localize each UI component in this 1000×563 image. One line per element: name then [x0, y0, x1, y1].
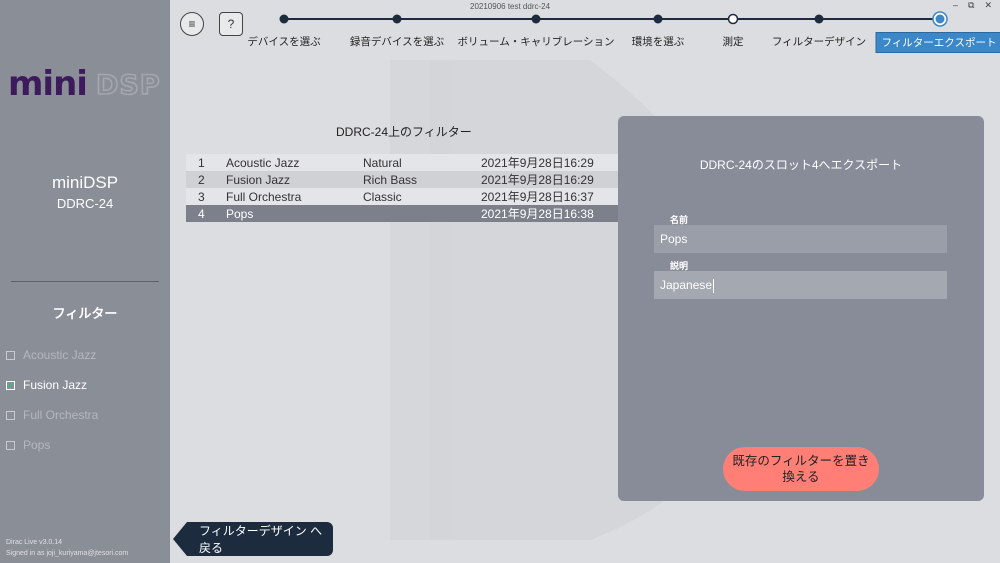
back-to-filter-design-button[interactable]: フィルターデザイン へ戻る [173, 522, 333, 556]
row-number: 2 [198, 172, 205, 187]
checkbox[interactable] [6, 410, 15, 420]
replace-button-line1: 既存のフィルターを置き [732, 454, 870, 468]
check-icon: ✔ [7, 379, 15, 390]
device-name: miniDSP [51, 173, 119, 192]
replace-existing-filter-button[interactable]: 既存のフィルターを置き 換える [723, 447, 879, 491]
row-number: 4 [198, 206, 205, 221]
replace-button-line2: 換える [782, 470, 820, 484]
row-type [363, 205, 481, 222]
row-name: Pops [226, 206, 254, 221]
logo-dsp-text: DSP [96, 70, 161, 101]
filter-table: 1 Acoustic Jazz Natural 2021年9月28日16:29 … [186, 154, 618, 222]
step-dot[interactable] [392, 14, 402, 24]
step-volume-calibration[interactable]: ボリューム・キャリブレーション [458, 34, 615, 49]
row-type: Classic [363, 189, 402, 204]
sidebar-item-label: Full Orchestra [23, 408, 99, 422]
description-input-value: Japanese [660, 278, 713, 292]
step-dot[interactable] [531, 14, 541, 24]
step-dot-pending[interactable] [727, 13, 739, 25]
name-input[interactable]: Pops [654, 225, 947, 253]
row-number: 3 [198, 189, 205, 204]
step-filter-export[interactable]: フィルターエクスポート [875, 32, 1000, 53]
table-row[interactable]: 3 Full Orchestra Classic 2021年9月28日16:37 [186, 188, 618, 205]
minidsp-logo: mini DSP [8, 68, 161, 102]
description-input[interactable]: Japanese [654, 271, 947, 299]
version-text: Dirac Live v3.0.14 [6, 539, 63, 546]
sidebar-item-pops[interactable]: Pops [6, 430, 98, 460]
row-name: Full Orchestra [226, 189, 302, 204]
row-type: Rich Bass [363, 172, 418, 187]
row-number: 1 [198, 155, 205, 170]
row-date: 2021年9月28日16:38 [481, 207, 594, 221]
sidebar-item-label: Pops [23, 438, 51, 452]
sidebar-item-full-orchestra[interactable]: Full Orchestra [6, 400, 98, 430]
step-dot-active[interactable] [935, 14, 945, 24]
step-dot[interactable] [653, 14, 663, 24]
step-select-device[interactable]: デバイスを選ぶ [247, 34, 320, 49]
step-dot[interactable] [279, 14, 289, 24]
name-input-value: Pops [660, 232, 688, 246]
sidebar-divider [11, 281, 159, 282]
row-date: 2021年9月28日16:37 [481, 190, 594, 204]
sidebar-filters-title: フィルター [52, 306, 118, 321]
sidebar-item-label: Acoustic Jazz [23, 348, 97, 362]
row-type: Natural [363, 155, 402, 170]
sidebar: mini DSP miniDSP DDRC-24 フィルター Acoustic … [0, 0, 170, 563]
logo-mini-text: mini [8, 68, 87, 102]
row-date: 2021年9月28日16:29 [481, 156, 594, 170]
row-date: 2021年9月28日16:29 [481, 173, 594, 187]
step-dot[interactable] [814, 14, 824, 24]
step-measurement[interactable]: 測定 [723, 34, 744, 49]
export-panel-title: DDRC-24のスロット4へエクスポート [699, 158, 903, 172]
sidebar-filter-list: Acoustic Jazz ✔ Fusion Jazz Full Orchest… [6, 340, 98, 460]
sidebar-item-acoustic-jazz[interactable]: Acoustic Jazz [6, 340, 98, 370]
export-panel: DDRC-24のスロット4へエクスポート 名前 Pops 説明 Japanese… [618, 116, 984, 501]
step-filter-design[interactable]: フィルターデザイン [772, 34, 866, 49]
sidebar-item-label: Fusion Jazz [23, 378, 88, 392]
table-row-selected[interactable]: 4 Pops 2021年9月28日16:38 [186, 205, 618, 222]
checkbox[interactable] [6, 350, 15, 360]
filter-list-title: DDRC-24上のフィルター [336, 125, 472, 139]
device-model: DDRC-24 [56, 196, 114, 211]
step-select-recording-device[interactable]: 録音デバイスを選ぶ [350, 34, 444, 49]
row-name: Acoustic Jazz [226, 155, 300, 170]
table-row[interactable]: 1 Acoustic Jazz Natural 2021年9月28日16:29 [186, 154, 618, 171]
back-button-label: フィルターデザイン へ戻る [199, 524, 323, 555]
checkbox[interactable] [6, 440, 15, 450]
text-caret [713, 278, 715, 293]
sidebar-item-fusion-jazz[interactable]: ✔ Fusion Jazz [6, 370, 98, 400]
step-select-environment[interactable]: 環境を選ぶ [632, 34, 685, 49]
row-name: Fusion Jazz [226, 172, 291, 187]
table-row[interactable]: 2 Fusion Jazz Rich Bass 2021年9月28日16:29 [186, 171, 618, 188]
signed-in-text: Signed in as joji_kuriyama@jtesori.com [6, 550, 129, 557]
checkbox-checked[interactable]: ✔ [6, 379, 15, 390]
